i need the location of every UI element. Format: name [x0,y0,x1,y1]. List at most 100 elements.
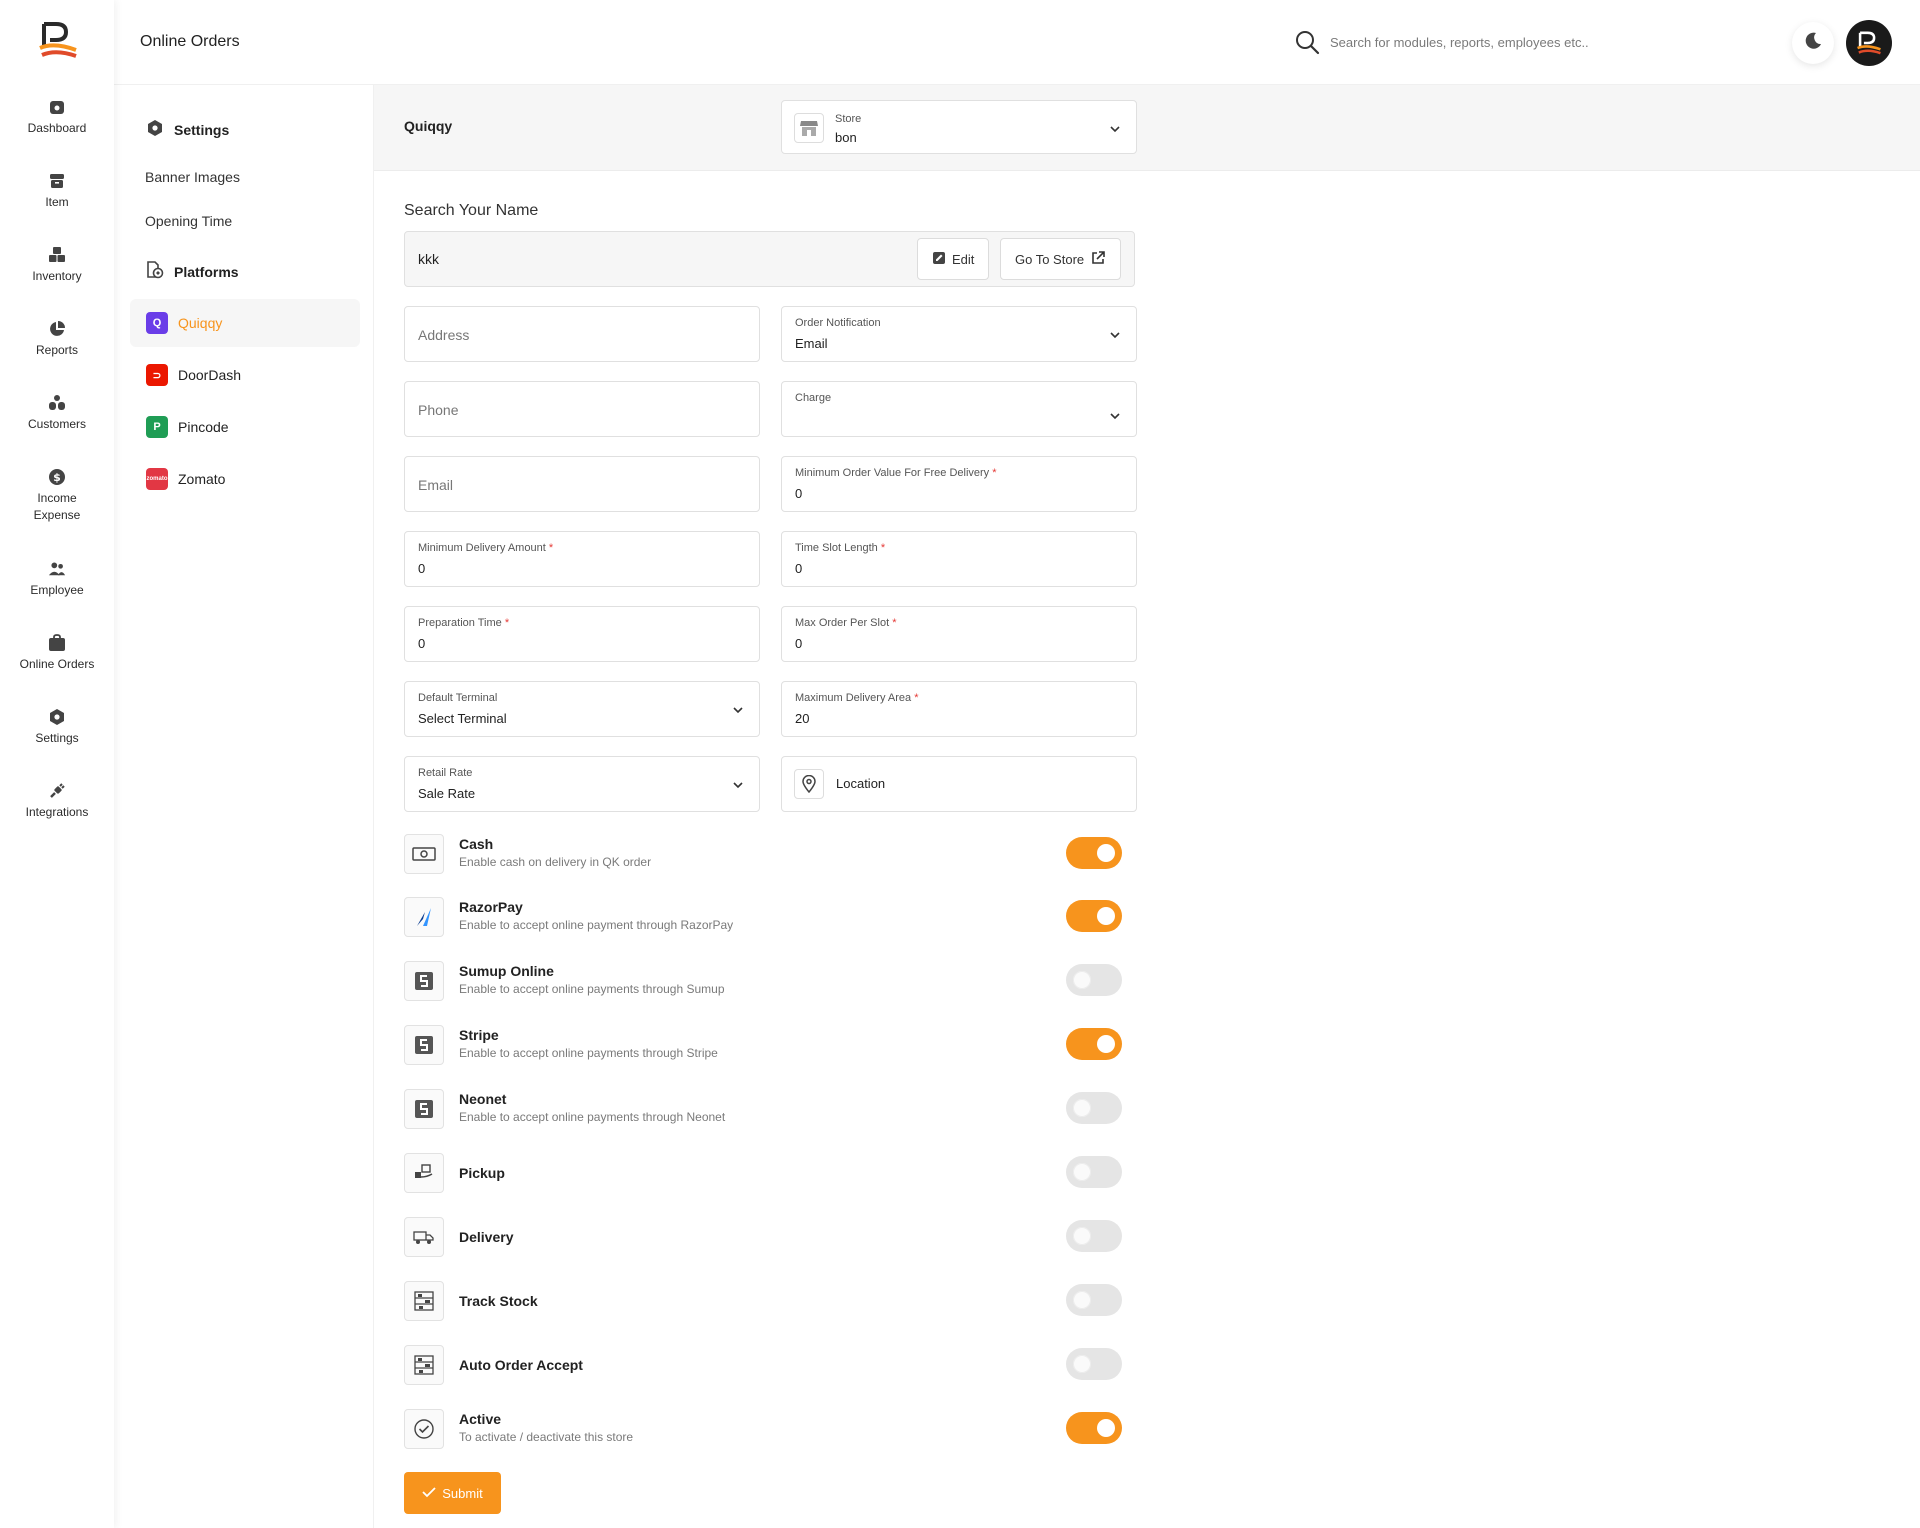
toggle-row-razorpay: RazorPay Enable to accept online payment… [404,897,1124,941]
platform-zomato[interactable]: zomato Zomato [130,455,360,503]
time-slot-length-field[interactable]: Time Slot Length * 0 [781,531,1137,587]
cash-icon [404,834,444,874]
phone-field[interactable]: Phone [404,381,760,437]
rail-item-integrations[interactable]: Integrations [0,782,114,821]
max-delivery-area-label: Maximum Delivery Area * [795,692,919,704]
address-field[interactable]: Address [404,306,760,362]
toggle-knob [1097,907,1115,925]
toggle-title: Auto Order Accept [459,1357,583,1373]
rail-item-inventory[interactable]: Inventory [0,246,114,285]
min-delivery-amount-field[interactable]: Minimum Delivery Amount * 0 [404,531,760,587]
rail-item-settings[interactable]: Settings [0,708,114,747]
rail-item-item[interactable]: Item [0,172,114,211]
subnav-link-opening-time[interactable]: Opening Time [145,213,232,229]
toggle-knob [1073,1099,1091,1117]
max-order-per-slot-field[interactable]: Max Order Per Slot * 0 [781,606,1137,662]
integrations-icon [48,782,66,800]
razorpay-toggle[interactable] [1066,900,1122,932]
store-select[interactable]: Store bon [781,100,1137,154]
global-search-input[interactable] [1330,30,1670,54]
min-order-free-delivery-field[interactable]: Minimum Order Value For Free Delivery * … [781,456,1137,512]
charge-select[interactable]: Charge [781,381,1137,437]
rail-item-label: Reports [35,343,79,357]
rail-item-customers[interactable]: Customers [0,394,114,433]
edit-button[interactable]: Edit [917,238,990,280]
platforms-heading: Platforms [146,261,239,282]
toggle-title: Sumup Online [459,963,554,979]
search-icon[interactable] [1294,29,1320,55]
external-link-icon [1090,250,1106,269]
track-stock-toggle[interactable] [1066,1284,1122,1316]
preparation-time-field[interactable]: Preparation Time * 0 [404,606,760,662]
platform-name: Quiqqy [404,118,453,134]
toggle-desc: To activate / deactivate this store [459,1430,634,1444]
settings-icon [48,708,66,726]
platform-pincode[interactable]: P Pincode [130,403,360,451]
subnav-link-banner-images[interactable]: Banner Images [145,169,240,185]
toggle-title: Stripe [459,1027,499,1043]
platform-doordash[interactable]: ⊃ DoorDash [130,351,360,399]
sumup-toggle[interactable] [1066,964,1122,996]
cash-toggle[interactable] [1066,837,1122,869]
rail-item-reports[interactable]: Reports [0,320,114,359]
svg-text:$: $ [53,471,61,484]
order-notification-label: Order Notification [795,317,881,329]
platform-label: Zomato [178,471,226,487]
retail-rate-value: Sale Rate [418,786,476,801]
search-name-title: Search Your Name [404,202,539,219]
submit-label: Submit [442,1485,483,1501]
rail-item-label: Inventory [32,269,82,283]
location-picker[interactable]: Location [781,756,1137,812]
max-order-per-slot-label: Max Order Per Slot * [795,617,897,629]
toggle-knob [1073,1227,1091,1245]
toggle-row-auto-order-accept: Auto Order Accept [404,1345,1124,1389]
go-to-store-button[interactable]: Go To Store [1000,238,1122,280]
submit-button[interactable]: Submit [404,1472,501,1514]
toggle-title: Pickup [459,1165,505,1181]
toggle-title: Track Stock [459,1293,538,1309]
toggle-knob [1097,844,1115,862]
toggle-row-delivery: Delivery [404,1217,1124,1261]
active-toggle[interactable] [1066,1412,1122,1444]
rail-item-income-expense[interactable]: $ Income Expense [0,468,114,524]
rail-item-online-orders[interactable]: Online Orders [0,634,114,673]
platforms-heading-label: Platforms [174,263,239,280]
delivery-toggle[interactable] [1066,1220,1122,1252]
stripe-toggle[interactable] [1066,1028,1122,1060]
email-field[interactable]: Email [404,456,760,512]
reports-icon [48,320,66,338]
neonet-toggle[interactable] [1066,1092,1122,1124]
chevron-down-icon [1110,332,1120,339]
dark-mode-toggle[interactable] [1792,22,1834,64]
platform-label: Pincode [178,419,229,435]
default-terminal-select[interactable]: Default Terminal Select Terminal [404,681,760,737]
phone-placeholder: Phone [418,402,459,418]
neonet-icon [404,1089,444,1129]
income-expense-icon: $ [48,468,66,486]
rail-item-dashboard[interactable]: Dashboard [0,98,114,137]
auto-order-accept-toggle[interactable] [1066,1348,1122,1380]
settings-subnav: Settings Banner Images Opening Time Plat… [114,85,374,1528]
settings-heading-label: Settings [174,121,230,138]
retail-rate-select[interactable]: Retail Rate Sale Rate [404,756,760,812]
order-notification-select[interactable]: Order Notification Email [781,306,1137,362]
pickup-icon [404,1153,444,1193]
online-orders-icon [48,634,66,652]
max-delivery-area-field[interactable]: Maximum Delivery Area * 20 [781,681,1137,737]
delivery-truck-icon [404,1217,444,1257]
toggle-knob [1097,1035,1115,1053]
doordash-logo-icon: ⊃ [146,364,168,386]
employee-icon [48,560,66,578]
rail-item-employee[interactable]: Employee [0,560,114,599]
pickup-toggle[interactable] [1066,1156,1122,1188]
chevron-down-icon [1110,126,1120,133]
brand-logo[interactable] [36,20,80,60]
user-avatar[interactable] [1846,20,1892,66]
toggle-title: Neonet [459,1091,507,1107]
edit-button-label: Edit [952,251,975,267]
max-delivery-area-value: 20 [795,711,810,726]
check-icon [422,1486,436,1501]
platform-quiqqy[interactable]: Q Quiqqy [130,299,360,347]
platform-label: DoorDash [178,367,242,383]
toggle-title: Delivery [459,1229,514,1245]
